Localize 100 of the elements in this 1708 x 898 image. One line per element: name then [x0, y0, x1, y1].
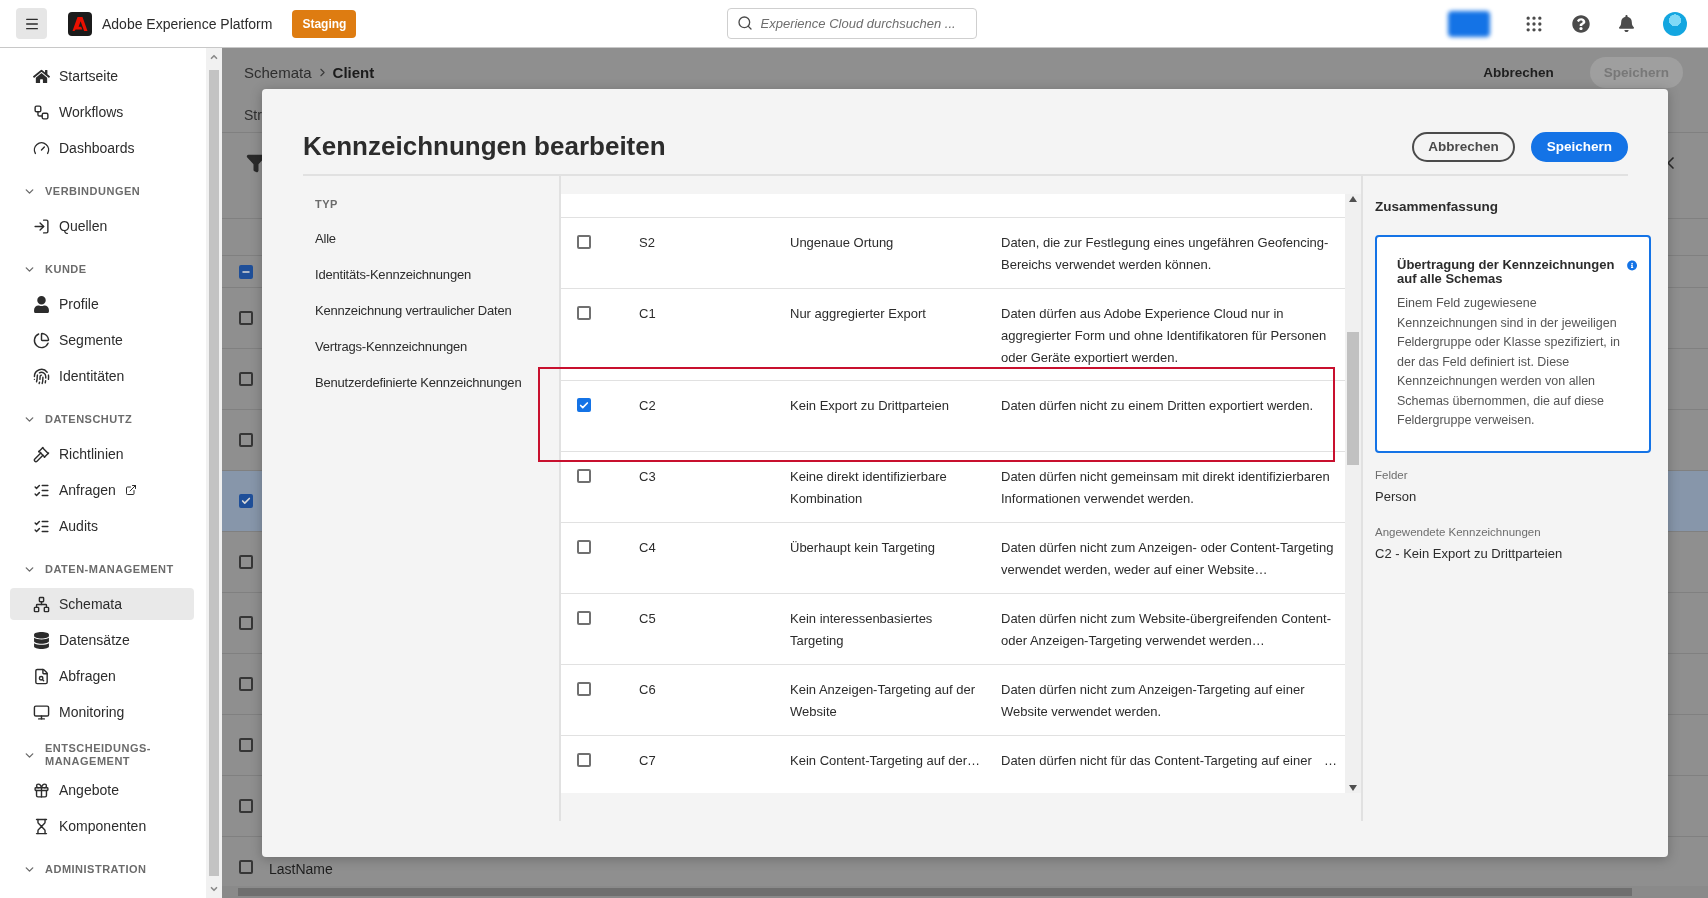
scroll-up-icon[interactable] [1349, 196, 1357, 202]
scroll-thumb[interactable] [209, 70, 219, 876]
label-code: C7 [639, 752, 657, 770]
fields-label: Felder [1375, 468, 1409, 481]
nav-item[interactable]: Startseite [10, 60, 194, 92]
nav-item[interactable]: Profile [10, 288, 194, 320]
nav-item[interactable]: Segmente [10, 324, 194, 356]
filter-item[interactable]: Vertrags-Kennzeichnungen [315, 328, 559, 364]
label-description: Daten dürfen nicht zum Anzeigen- oder Content-Targeting verwendet werden, weder auf einer Website… [1000, 539, 1335, 579]
checkbox[interactable] [239, 799, 253, 813]
section-header[interactable]: DATEN-MANAGEMENT [10, 552, 194, 586]
scroll-up-icon[interactable] [209, 52, 219, 62]
breadcrumb-item[interactable]: Schemata [244, 64, 312, 82]
checkbox[interactable] [239, 860, 253, 874]
nav-item[interactable]: Schemata [10, 588, 194, 620]
label-description: Daten dürfen nicht zu einem Dritten exportiert werden. [1000, 397, 1315, 415]
user-icon [33, 295, 50, 313]
card-text: Einem Feld zugewiesene Kennzeichnungen sind in der jeweiligen Feldergruppe oder Klasse spezifiziert, in der das Feld definiert ist. Diese Kennzeichnungen werden von allen Schemas übernommen, die auf diese Feldergruppe verweisen. [1397, 295, 1622, 429]
section-header[interactable]: KUNDE [10, 252, 194, 286]
label-code: C3 [639, 468, 657, 486]
checkbox[interactable] [577, 469, 591, 483]
header-button[interactable]: Abbrechen [1469, 57, 1568, 89]
section-header[interactable]: ADMINISTRATION [10, 852, 194, 886]
checkbox[interactable] [577, 611, 591, 625]
scroll-down-icon[interactable] [1349, 785, 1357, 791]
label-code: C4 [639, 539, 657, 557]
nav-item[interactable]: Komponenten [10, 810, 194, 842]
nav-item[interactable]: Dashboards [10, 132, 194, 164]
checkbox[interactable] [239, 494, 253, 508]
search-field[interactable]: Experience Cloud durchsuchen ... [726, 8, 977, 39]
scroll-thumb[interactable] [1347, 332, 1359, 465]
checkbox[interactable] [239, 433, 253, 447]
workflow-icon [33, 103, 50, 121]
save-button[interactable]: Speichern [1530, 131, 1628, 162]
pie-chart-icon [33, 331, 50, 349]
scrollbar[interactable] [1345, 194, 1361, 793]
app-name: Adobe Experience Platform [102, 15, 273, 32]
checkbox[interactable] [239, 555, 253, 569]
checkbox[interactable] [577, 753, 591, 767]
info-icon[interactable] [1626, 258, 1637, 273]
nav-item[interactable]: Workflows [10, 96, 194, 128]
scrollbar[interactable] [222, 886, 1708, 898]
label-description: Daten dürfen nicht für das Content-Targeting auf einer [1001, 752, 1312, 770]
avatar[interactable] [1663, 11, 1687, 36]
nav-item[interactable]: Anfragen [10, 474, 194, 506]
logo-icon [68, 11, 92, 36]
monitor-icon [33, 703, 50, 721]
checkbox[interactable] [577, 398, 591, 412]
menu-button[interactable] [16, 8, 47, 39]
label-description: Daten dürfen nicht gemeinsam mit direkt identifizierbaren Informationen verwendet werden. [1000, 468, 1331, 508]
checkbox[interactable] [239, 372, 253, 386]
nav-item[interactable]: Richtlinien [10, 438, 194, 470]
bell-icon[interactable] [1618, 15, 1635, 32]
breadcrumb-item[interactable]: Client [332, 64, 375, 82]
checkbox[interactable] [577, 682, 591, 696]
label-code: C2 [639, 397, 657, 415]
help-icon[interactable] [1572, 14, 1590, 33]
nav-item[interactable]: Identitäten [10, 360, 194, 392]
filter-item[interactable]: Benutzerdefinierte Kennzeichnungen [315, 364, 559, 400]
nav-item[interactable]: Datensätze [10, 624, 194, 656]
scroll-thumb[interactable] [238, 888, 1632, 896]
filter-item[interactable]: Identitäts-Kennzeichnungen [315, 256, 559, 292]
nav-item[interactable]: Abfragen [10, 660, 194, 692]
checkbox[interactable] [577, 306, 591, 320]
checkbox[interactable] [577, 235, 591, 249]
scroll-down-icon[interactable] [209, 884, 219, 894]
label-name: Kein Export zu Drittparteien [790, 397, 950, 415]
database-icon [33, 631, 50, 649]
cancel-button[interactable]: Abbrechen [1412, 131, 1515, 162]
check-icon [241, 496, 251, 506]
section-header[interactable]: ENTSCHEIDUNGS-MANAGEMENT [10, 738, 194, 772]
scrollbar[interactable] [206, 48, 222, 898]
filter-item[interactable]: Kennzeichnung vertraulicher Daten [315, 292, 559, 328]
checkbox[interactable] [239, 264, 253, 279]
checkbox[interactable] [239, 677, 253, 691]
label-name: Überhaupt kein Targeting [790, 539, 937, 557]
search-icon [736, 15, 753, 31]
label-code: C5 [639, 610, 657, 628]
filter-item[interactable]: Alle [315, 220, 559, 256]
nav-item[interactable]: Quellen [10, 210, 194, 242]
applied-labels-label: Angewendete Kennzeichnungen [1375, 525, 1542, 538]
nav-item[interactable]: Monitoring [10, 696, 194, 728]
label-description: Daten, die zur Festlegung eines ungefähren Geofencing-Bereichs verwendet werden können. [1000, 234, 1330, 274]
section-header[interactable]: DATENSCHUTZ [10, 402, 194, 436]
nav-item[interactable]: Audits [10, 510, 194, 542]
file-search-icon [33, 667, 50, 685]
checkbox[interactable] [577, 540, 591, 554]
gavel-icon [33, 445, 50, 463]
checkbox[interactable] [239, 616, 253, 630]
nav-item[interactable]: Angebote [10, 774, 194, 806]
label-name: Kein Anzeigen-Targeting auf der Website [790, 681, 976, 721]
checkbox[interactable] [239, 311, 253, 325]
label-name: Kein interessenbasiertes Targeting [790, 610, 934, 650]
section-header[interactable]: VERBINDUNGEN [10, 174, 194, 208]
checkbox[interactable] [239, 738, 253, 752]
tab-text[interactable]: Str [244, 106, 262, 123]
label-name: Nur aggregierter Export [790, 305, 927, 323]
more-mark[interactable]: … [1324, 750, 1337, 793]
network-icon [33, 595, 50, 613]
label-description: Daten dürfen nicht zum Anzeigen-Targeting auf einer Website verwendet werden. [1000, 681, 1306, 721]
